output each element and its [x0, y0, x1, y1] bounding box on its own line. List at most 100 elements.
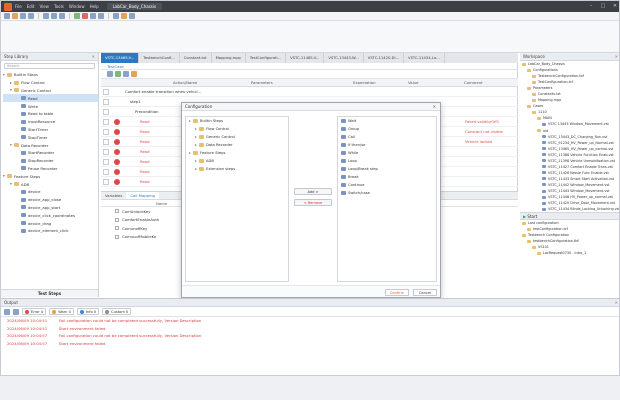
tree-item[interactable]: Read to table — [3, 110, 98, 118]
tree-item[interactable]: ▾ Data Recorder — [3, 141, 98, 149]
confirm-button[interactable]: Confirm — [385, 289, 409, 296]
minimize-icon[interactable]: – — [587, 2, 595, 10]
indent-icon[interactable] — [123, 71, 129, 77]
cut-icon[interactable] — [43, 13, 49, 19]
report-icon[interactable] — [121, 13, 127, 19]
copy-output-icon[interactable] — [13, 308, 19, 315]
close-icon[interactable]: ✕ — [433, 103, 436, 111]
log-line[interactable]: 2024/06/09 10:04:57 Start environment fai… — [1, 340, 619, 348]
dialog-tree-item[interactable]: ▸ Flow Control — [186, 125, 288, 133]
remove-button[interactable]: < Remove — [294, 199, 332, 206]
log-line[interactable]: 2024/06/09 10:04:51 Fail configuration co… — [1, 317, 619, 325]
tree-item[interactable]: ▾ ADB — [3, 180, 98, 188]
close-icon[interactable]: ✕ — [92, 53, 95, 61]
checkbox[interactable] — [115, 209, 119, 214]
editor-tab[interactable]: VSTC-11420-Di... — [364, 53, 405, 63]
settings-icon[interactable] — [113, 13, 119, 19]
dialog-tree-item[interactable]: ▸ Data Recorder — [186, 141, 288, 149]
output-filter-toggle[interactable]: Error 4 — [22, 308, 47, 315]
menu-item[interactable]: Help — [90, 4, 99, 9]
close-icon[interactable]: ✕ — [615, 299, 618, 307]
tree-item[interactable]: device_drag — [3, 219, 98, 227]
save-icon[interactable] — [20, 13, 26, 19]
tree-item[interactable]: ▾ Generic Control — [3, 87, 98, 95]
stop-icon[interactable] — [82, 13, 88, 19]
debug-icon[interactable] — [90, 13, 96, 19]
tree-item[interactable]: device_element_click — [3, 227, 98, 235]
row-checkbox[interactable] — [103, 99, 109, 105]
editor-tab[interactable]: Mapping.mpp — [212, 53, 246, 63]
tree-item[interactable]: StopRecorder — [3, 157, 98, 165]
tree-item[interactable]: ▾ Feature Steps — [3, 172, 98, 180]
tree-item[interactable]: device_click_coordinates — [3, 211, 98, 219]
selected-step-item[interactable]: Wait — [338, 117, 436, 125]
clear-output-icon[interactable] — [4, 308, 10, 315]
add-button[interactable]: Add > — [294, 188, 332, 195]
selected-step-item[interactable]: Switch/case — [338, 189, 436, 197]
copy-icon[interactable] — [51, 13, 57, 19]
selected-step-item[interactable]: If then/se — [338, 141, 436, 149]
menu-item[interactable]: File — [15, 4, 22, 9]
output-filter-toggle[interactable]: Info 0 — [76, 308, 100, 315]
editor-tab[interactable]: VSTC-11434-La... — [404, 53, 445, 63]
menu-item[interactable]: Tools — [54, 4, 64, 9]
editor-tab[interactable]: TestbenchConfi... — [139, 53, 180, 63]
row-checkbox[interactable] — [103, 179, 109, 185]
row-checkbox[interactable] — [103, 89, 109, 95]
selected-step-item[interactable]: Continue — [338, 181, 436, 189]
editor-tab[interactable]: VSTC-13465-V... — [101, 53, 140, 63]
tree-item[interactable]: ▸ Flow Control — [3, 79, 98, 87]
dialog-tree-item[interactable]: ▸ Generic Control — [186, 133, 288, 141]
menu-item[interactable]: View — [39, 4, 49, 9]
cancel-button[interactable]: Cancel — [413, 289, 437, 296]
tree-item[interactable]: StartRecorder — [3, 149, 98, 157]
log-line[interactable]: 2024/06/09 10:04:51 Start environment fai… — [1, 325, 619, 333]
checkbox[interactable] — [115, 226, 119, 231]
new-file-icon[interactable] — [4, 13, 10, 19]
selected-step-item[interactable]: Loop/Break step — [338, 165, 436, 173]
output-filter-toggle[interactable]: Warn 0 — [49, 308, 74, 315]
lower-tab[interactable]: Variables — [101, 192, 126, 199]
row-checkbox[interactable] — [103, 129, 109, 135]
dialog-tree-item[interactable]: ▸ Extension steps — [186, 165, 288, 173]
close-icon[interactable]: ✕ — [611, 2, 619, 10]
tree-item[interactable]: Write — [3, 102, 98, 110]
log-line[interactable]: 2024/06/09 10:04:57 Fail configuration co… — [1, 332, 619, 340]
selected-step-item[interactable]: While — [338, 149, 436, 157]
tree-item[interactable]: StartTimer — [3, 126, 98, 134]
run-icon[interactable] — [74, 13, 80, 19]
menu-item[interactable]: Edit — [27, 4, 35, 9]
row-checkbox[interactable] — [103, 159, 109, 165]
test-steps-footer[interactable]: Test Steps — [1, 289, 98, 297]
run-step-icon[interactable] — [115, 71, 121, 77]
editor-tab[interactable]: Constant.txt — [180, 53, 212, 63]
selected-step-item[interactable]: Group — [338, 125, 436, 133]
tree-item[interactable]: device — [3, 188, 98, 196]
editor-tab[interactable]: VSTC-11485-V... — [286, 53, 325, 63]
tree-item[interactable]: Pause Recorder — [3, 165, 98, 173]
selected-step-item[interactable]: Call — [338, 133, 436, 141]
dialog-tree-item[interactable]: ▸ ADB — [186, 157, 288, 165]
menu-item[interactable]: Window — [69, 4, 85, 9]
config-icon[interactable] — [131, 71, 137, 77]
add-step-icon[interactable] — [107, 71, 113, 77]
row-checkbox[interactable] — [103, 109, 109, 115]
editor-tab[interactable]: TestConfigurati... — [246, 53, 287, 63]
output-filter-toggle[interactable]: Custom 0 — [102, 308, 132, 315]
step-icon[interactable] — [98, 13, 104, 19]
maximize-icon[interactable]: □ — [599, 2, 607, 10]
checkbox[interactable] — [115, 217, 119, 222]
open-folder-icon[interactable] — [12, 13, 18, 19]
close-icon[interactable]: ✕ — [615, 53, 618, 61]
editor-tab[interactable]: VSTC-13443-W... — [324, 53, 364, 63]
lower-tab[interactable]: Call Mapping — [126, 192, 159, 199]
tree-item[interactable]: LocRequest0730 - intro_1 — [522, 250, 619, 256]
tree-item[interactable]: ▾ Builtin Steps — [3, 71, 98, 79]
tree-item[interactable]: StopTimer — [3, 133, 98, 141]
row-checkbox[interactable] — [103, 149, 109, 155]
row-checkbox[interactable] — [103, 119, 109, 125]
paste-icon[interactable] — [59, 13, 65, 19]
step-search-input[interactable]: Search — [4, 63, 95, 69]
selected-step-item[interactable]: Loop — [338, 157, 436, 165]
tree-item[interactable]: Read — [3, 94, 98, 103]
